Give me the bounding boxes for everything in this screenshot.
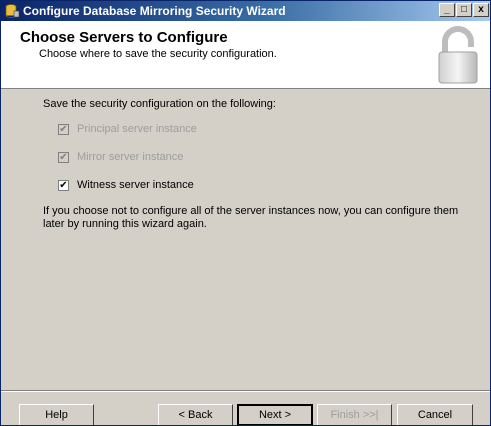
- padlock-icon: [438, 26, 478, 84]
- info-text: If you choose not to configure all of th…: [43, 205, 459, 230]
- wizard-header: Choose Servers to Configure Choose where…: [1, 21, 490, 89]
- principal-server-label: Principal server instance: [77, 123, 197, 135]
- window-title: Configure Database Mirroring Security Wi…: [23, 4, 286, 18]
- witness-server-checkbox[interactable]: ✔: [58, 180, 69, 191]
- mirror-server-label: Mirror server instance: [77, 151, 184, 163]
- page-subtitle: Choose where to save the security config…: [39, 48, 277, 60]
- footer-divider: [1, 390, 490, 392]
- finish-button[interactable]: Finish >>|: [317, 404, 392, 425]
- close-button[interactable]: x: [473, 3, 489, 17]
- maximize-button[interactable]: □: [456, 3, 472, 17]
- help-button[interactable]: Help: [19, 404, 94, 425]
- minimize-button[interactable]: _: [439, 3, 455, 17]
- next-button[interactable]: Next >: [237, 404, 313, 425]
- principal-server-checkbox[interactable]: ✔: [58, 124, 69, 135]
- title-bar[interactable]: Configure Database Mirroring Security Wi…: [1, 1, 490, 21]
- save-prompt: Save the security configuration on the f…: [43, 98, 276, 110]
- back-button[interactable]: < Back: [158, 404, 233, 425]
- mirror-server-checkbox[interactable]: ✔: [58, 152, 69, 163]
- page-title: Choose Servers to Configure: [20, 29, 228, 46]
- cancel-button[interactable]: Cancel: [397, 404, 473, 425]
- database-app-icon: [5, 4, 20, 18]
- wizard-window: Configure Database Mirroring Security Wi…: [0, 0, 491, 426]
- witness-server-label[interactable]: Witness server instance: [77, 179, 194, 191]
